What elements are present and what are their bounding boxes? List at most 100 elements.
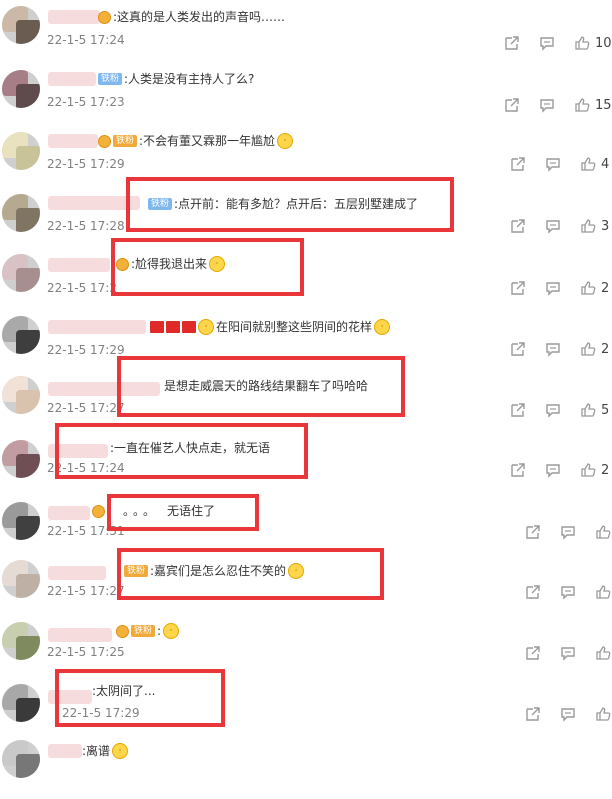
avatar[interactable]: [2, 622, 40, 660]
share-icon[interactable]: [509, 461, 527, 479]
comment-icon[interactable]: [544, 279, 562, 297]
comment-row: :一直在催艺人快点走，就无语 22-1-5 17:24 2: [0, 434, 612, 495]
comment-icon[interactable]: [559, 583, 577, 601]
share-icon[interactable]: [509, 279, 527, 297]
timestamp: 22-1-5 17:51: [47, 524, 125, 538]
surprised-emoji-icon: ·: [163, 623, 180, 639]
comment-row: · 在阳间就别整这些阴间的花样 · 22-1-5 17:29 2: [0, 310, 612, 371]
share-icon[interactable]: [524, 523, 542, 541]
comment-icon[interactable]: [538, 34, 556, 52]
avatar[interactable]: [2, 6, 40, 44]
username-blurred[interactable]: [48, 10, 100, 24]
comment-line: 铁粉 :点开前：能有多尬？点开后：五层别墅建成了: [148, 195, 418, 213]
timestamp: 22-1-5 17:29: [47, 157, 125, 171]
comment-actions: 10: [503, 33, 612, 53]
comment-row: :尬得我退出来 · 22-1-5 17:2 2: [0, 248, 612, 309]
ellipsis-text: 。。。: [123, 504, 160, 518]
username-blurred[interactable]: [48, 744, 82, 758]
fan-badge: 铁粉: [148, 198, 173, 210]
thumbs-up-icon[interactable]: [594, 705, 612, 723]
username-blurred[interactable]: [48, 320, 146, 334]
thumbs-up-icon[interactable]: [579, 155, 597, 173]
username-blurred[interactable]: [48, 382, 160, 396]
comment-icon[interactable]: [544, 155, 562, 173]
avatar[interactable]: [2, 684, 40, 722]
share-icon[interactable]: [503, 34, 521, 52]
thumbs-up-icon[interactable]: [579, 279, 597, 297]
like-count: 2: [601, 341, 610, 357]
avatar[interactable]: [2, 194, 40, 232]
share-icon[interactable]: [524, 583, 542, 601]
comment-text: 无语住了: [167, 504, 216, 518]
share-icon[interactable]: [509, 217, 527, 235]
like-count: 2: [601, 280, 610, 296]
comment-line: 铁粉 :人类是没有主持人了么?: [98, 70, 254, 88]
comment-icon[interactable]: [559, 644, 577, 662]
thumbs-up-icon[interactable]: [579, 401, 597, 419]
username-blurred[interactable]: [48, 690, 92, 704]
avatar[interactable]: [2, 560, 40, 598]
face-emoji-icon: ·: [209, 256, 226, 272]
comment-row: 铁粉 :嘉宾们是怎么忍住不笑的 · 22-1-5 17:27: [0, 556, 612, 617]
avatar[interactable]: [2, 132, 40, 170]
username-blurred[interactable]: [48, 258, 110, 272]
username-blurred[interactable]: [48, 196, 140, 210]
timestamp: 22-1-5 17:24: [47, 461, 125, 475]
comment-actions: 2: [509, 278, 612, 298]
thumbs-up-icon[interactable]: [594, 644, 612, 662]
share-icon[interactable]: [509, 340, 527, 358]
avatar[interactable]: [2, 316, 40, 354]
comment-icon[interactable]: [544, 401, 562, 419]
thumbs-up-icon[interactable]: [579, 217, 597, 235]
share-icon[interactable]: [503, 96, 521, 114]
like-count: 4: [601, 156, 610, 172]
comment-row: 铁粉 :不会有董又霖那一年尴尬 · 22-1-5 17:29 4: [0, 124, 612, 185]
share-icon[interactable]: [524, 644, 542, 662]
avatar[interactable]: [2, 440, 40, 478]
comment-icon[interactable]: [544, 461, 562, 479]
comment-icon[interactable]: [559, 705, 577, 723]
comment-icon[interactable]: [544, 340, 562, 358]
username-blurred[interactable]: [48, 72, 96, 86]
timestamp: 22-1-5 17:25: [47, 645, 125, 659]
comment-icon[interactable]: [538, 96, 556, 114]
comment-icon[interactable]: [559, 523, 577, 541]
avatar[interactable]: [2, 70, 40, 108]
like-count: 2: [601, 462, 610, 478]
comment-text: 是想走威震天的路线结果翻车了吗哈哈: [164, 379, 369, 393]
thumbs-up-icon[interactable]: [594, 583, 612, 601]
thumbs-up-icon[interactable]: [573, 96, 591, 114]
username-blurred[interactable]: [48, 506, 90, 520]
share-icon[interactable]: [524, 705, 542, 723]
username-blurred[interactable]: [48, 444, 108, 458]
comment-row: :离谱 ·: [0, 738, 612, 799]
fan-badge: 铁粉: [113, 135, 138, 147]
comment-text: :这真的是人类发出的声音吗……: [113, 10, 286, 24]
red-packet-icon: [166, 321, 180, 333]
thumbs-up-icon[interactable]: [573, 34, 591, 52]
grin-emoji-icon: ·: [198, 319, 214, 335]
comment-actions: [524, 643, 612, 663]
timestamp: 22-1-5 17:29: [62, 706, 140, 720]
comment-actions: 3: [509, 216, 612, 236]
username-blurred[interactable]: [48, 134, 98, 148]
username-blurred[interactable]: [48, 628, 112, 642]
comment-icon[interactable]: [544, 217, 562, 235]
thumbs-up-icon[interactable]: [579, 461, 597, 479]
avatar[interactable]: [2, 740, 40, 778]
comment-row: :太阴间了... 22-1-5 17:29: [0, 680, 612, 741]
thumbs-up-icon[interactable]: [579, 340, 597, 358]
comment-actions: [524, 704, 612, 724]
like-count: 15: [595, 97, 612, 113]
avatar[interactable]: [2, 254, 40, 292]
crown-icon: [98, 10, 111, 24]
thumbs-up-icon[interactable]: [594, 523, 612, 541]
avatar[interactable]: [2, 502, 40, 540]
share-icon[interactable]: [509, 155, 527, 173]
comment-actions: 5: [509, 400, 612, 420]
share-icon[interactable]: [509, 401, 527, 419]
username-blurred[interactable]: [48, 566, 106, 580]
comment-row: 。。。 无语住了 22-1-5 17:51: [0, 496, 612, 557]
comment-text: :不会有董又霖那一年尴尬: [139, 134, 276, 148]
avatar[interactable]: [2, 376, 40, 414]
